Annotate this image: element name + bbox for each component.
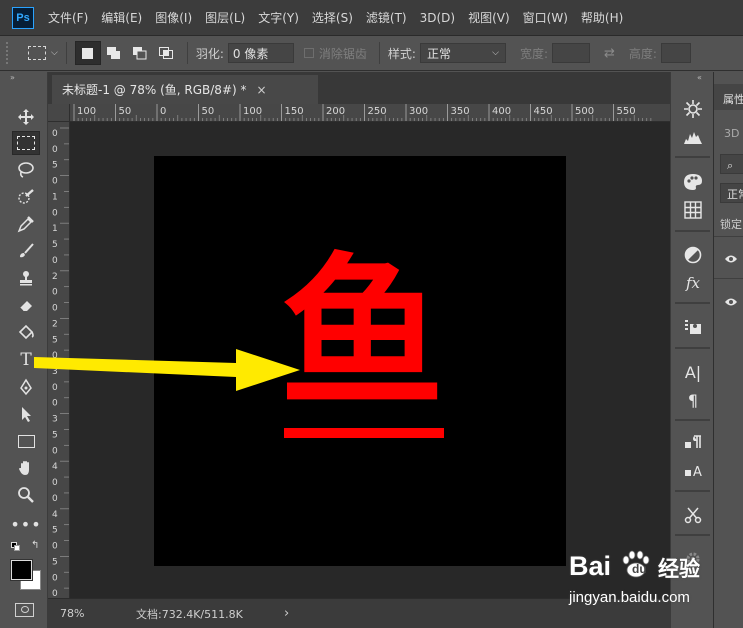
divider [675, 490, 710, 492]
status-menu-arrow[interactable]: › [284, 606, 289, 621]
layer-filter-search[interactable]: ⌕ [720, 154, 743, 174]
divider [675, 230, 710, 232]
divider [675, 156, 710, 158]
properties-panel: 属性 3D ⌕ 正常 锁定 [713, 72, 743, 628]
layer-comps-icon [685, 320, 701, 334]
swatches-panel-button[interactable] [678, 197, 708, 223]
character-styles-panel-button[interactable]: A [678, 458, 708, 484]
tool-presets-panel-button[interactable] [678, 502, 708, 528]
histogram-panel-button[interactable] [678, 124, 708, 150]
grid-icon [684, 201, 702, 219]
navigator-panel-button[interactable] [678, 96, 708, 122]
divider [675, 302, 710, 304]
divider [675, 534, 710, 536]
blend-mode-select[interactable]: 正常 [720, 183, 743, 203]
watermark-brand-suffix: du [632, 562, 647, 576]
paragraph-styles-icon [685, 435, 701, 448]
properties-tab[interactable]: 属性 [714, 84, 743, 110]
histogram-icon [684, 132, 702, 144]
eye-icon [725, 298, 737, 306]
paragraph-panel-button[interactable]: ¶ [678, 387, 708, 413]
fx-icon: fx [685, 274, 700, 292]
adjustments-panel-button[interactable] [678, 242, 708, 268]
pilcrow-icon: ¶ [687, 390, 699, 410]
watermark-url: jingyan.baidu.com [569, 589, 690, 606]
lock-label: 锁定 [720, 218, 742, 231]
watermark-jingyan: 经验 [658, 557, 700, 581]
layer-visibility-toggle[interactable] [724, 296, 738, 310]
search-icon: ⌕ [727, 159, 734, 172]
watermark-brand: Bai [569, 551, 612, 581]
character-styles-icon: A [685, 465, 702, 480]
scissors-icon [684, 507, 702, 524]
annotation-arrow [34, 349, 300, 391]
divider [714, 236, 743, 237]
zoom-level[interactable]: 78% [60, 607, 124, 620]
palette-icon [684, 174, 702, 190]
layer-visibility-toggle[interactable] [724, 253, 738, 267]
baidu-jingyan-watermark: Bai du 经验 jingyan.baidu.com [566, 538, 716, 618]
divider [714, 278, 743, 279]
character-a-icon: A| [684, 362, 702, 382]
eye-icon [725, 255, 737, 263]
divider [675, 419, 710, 421]
layers-panel-button[interactable] [678, 314, 708, 340]
properties-3d-label: 3D [724, 127, 740, 140]
half-circle-icon [684, 246, 702, 264]
styles-panel-button[interactable]: fx [678, 270, 708, 296]
color-panel-button[interactable] [678, 169, 708, 195]
svg-text:A: A [693, 465, 702, 480]
compass-icon [684, 100, 702, 118]
character-panel-button[interactable]: A| [678, 359, 708, 385]
paragraph-styles-panel-button[interactable] [678, 430, 708, 456]
document-info: 文档:732.4K/511.8K [136, 607, 243, 621]
divider [675, 347, 710, 349]
yellow-arrow-icon [34, 349, 300, 391]
collapse-panels-icon[interactable]: « [697, 73, 702, 82]
